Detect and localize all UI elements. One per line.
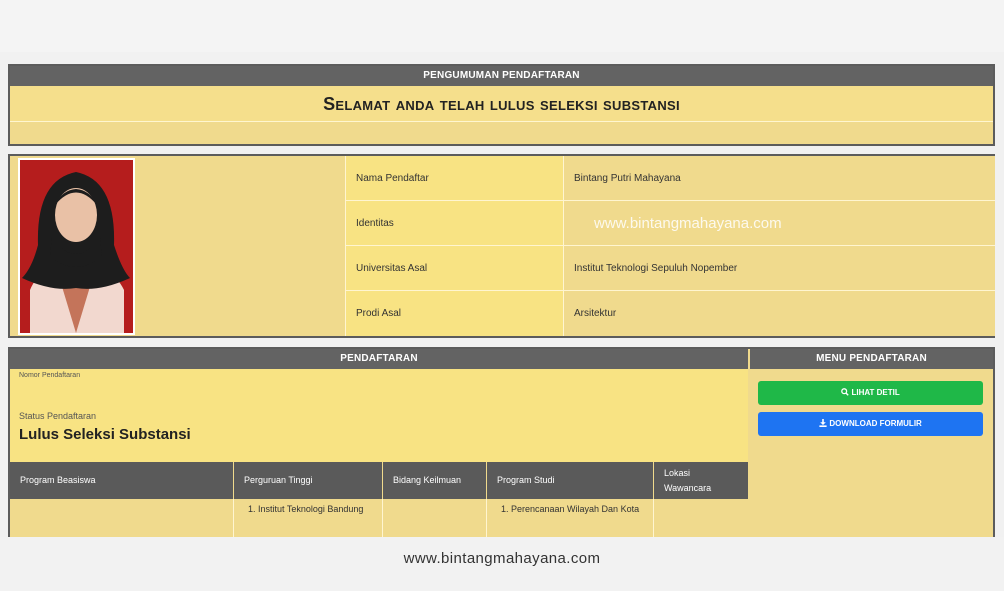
- list-item: Institut Teknologi Bandung: [258, 502, 372, 517]
- profile-row-university: Universitas Asal Institut Teknologi Sepu…: [345, 246, 995, 291]
- registration-info: Nomor Pendaftaran Status Pendaftaran Lul…: [10, 369, 748, 462]
- profile-panel: Nama Pendaftar Bintang Putri Mahayana Id…: [8, 154, 995, 338]
- announcement-header: PENGUMUMAN PENDAFTARAN: [10, 66, 993, 86]
- column-header: Lokasi Wawancara: [664, 467, 712, 493]
- search-icon: [841, 388, 851, 397]
- download-icon: [819, 419, 829, 428]
- top-bar: [0, 0, 1004, 52]
- column-header: Program Studi: [487, 462, 654, 499]
- registration-number-label: Nomor Pendaftaran: [19, 372, 81, 379]
- view-detail-label: LIHAT DETIL: [851, 388, 900, 397]
- profile-value: Institut Teknologi Sepuluh Nopember: [564, 246, 995, 290]
- registration-section: PENDAFTARAN Nomor Pendaftaran Status Pen…: [10, 349, 748, 539]
- view-detail-button[interactable]: LIHAT DETIL: [758, 381, 983, 405]
- profile-label: Nama Pendaftar: [345, 156, 564, 200]
- status-label: Status Pendaftaran: [19, 411, 97, 421]
- list-item: Perencanaan Wilayah Dan Kota: [511, 502, 643, 517]
- cell-lokasi-wawancara: [654, 499, 748, 539]
- footer-text: www.bintangmahayana.com: [403, 550, 601, 567]
- profile-label: Universitas Asal: [345, 246, 564, 290]
- profile-label: Identitas: [345, 201, 564, 245]
- column-header: Bidang Keilmuan: [383, 462, 487, 499]
- menu-section: MENU PENDAFTARAN LIHAT DETIL DOWNLOAD FO…: [750, 349, 993, 539]
- program-table-header: Program Beasiswa Perguruan Tinggi Bidang…: [10, 462, 748, 499]
- registration-header: PENDAFTARAN: [10, 349, 748, 369]
- announcement-message: Selamat anda telah lulus seleksi substan…: [10, 86, 993, 122]
- watermark-text: www.bintangmahayana.com: [594, 215, 782, 232]
- profile-value: Arsitektur: [564, 291, 995, 336]
- menu-body: LIHAT DETIL DOWNLOAD FORMULIR: [750, 369, 993, 455]
- profile-table: Nama Pendaftar Bintang Putri Mahayana Id…: [345, 156, 995, 336]
- cell-bidang-keilmuan: [383, 499, 487, 539]
- cell-program-beasiswa: [10, 499, 234, 539]
- profile-label: Prodi Asal: [345, 291, 564, 336]
- profile-value: Bintang Putri Mahayana: [564, 156, 995, 200]
- download-form-button[interactable]: DOWNLOAD FORMULIR: [758, 412, 983, 436]
- profile-row-major: Prodi Asal Arsitektur: [345, 291, 995, 336]
- table-row: Institut Teknologi Bandung Perencanaan W…: [10, 499, 748, 539]
- column-header: Program Beasiswa: [10, 462, 234, 499]
- download-form-label: DOWNLOAD FORMULIR: [829, 419, 922, 428]
- applicant-photo: [20, 160, 133, 333]
- cell-program-studi: Perencanaan Wilayah Dan Kota: [487, 499, 654, 539]
- status-value: Lulus Seleksi Substansi: [19, 426, 191, 443]
- menu-header: MENU PENDAFTARAN: [750, 349, 993, 369]
- column-header: Perguruan Tinggi: [234, 462, 383, 499]
- registration-panel: PENDAFTARAN Nomor Pendaftaran Status Pen…: [8, 347, 995, 539]
- profile-value-cell: www.bintangmahayana.com: [564, 201, 995, 245]
- profile-row-name: Nama Pendaftar Bintang Putri Mahayana: [345, 156, 995, 201]
- announcement-panel: PENGUMUMAN PENDAFTARAN Selamat anda tela…: [8, 64, 995, 146]
- footer: www.bintangmahayana.com: [0, 537, 1004, 591]
- profile-row-identity: Identitas www.bintangmahayana.com: [345, 201, 995, 246]
- cell-perguruan-tinggi: Institut Teknologi Bandung: [234, 499, 383, 539]
